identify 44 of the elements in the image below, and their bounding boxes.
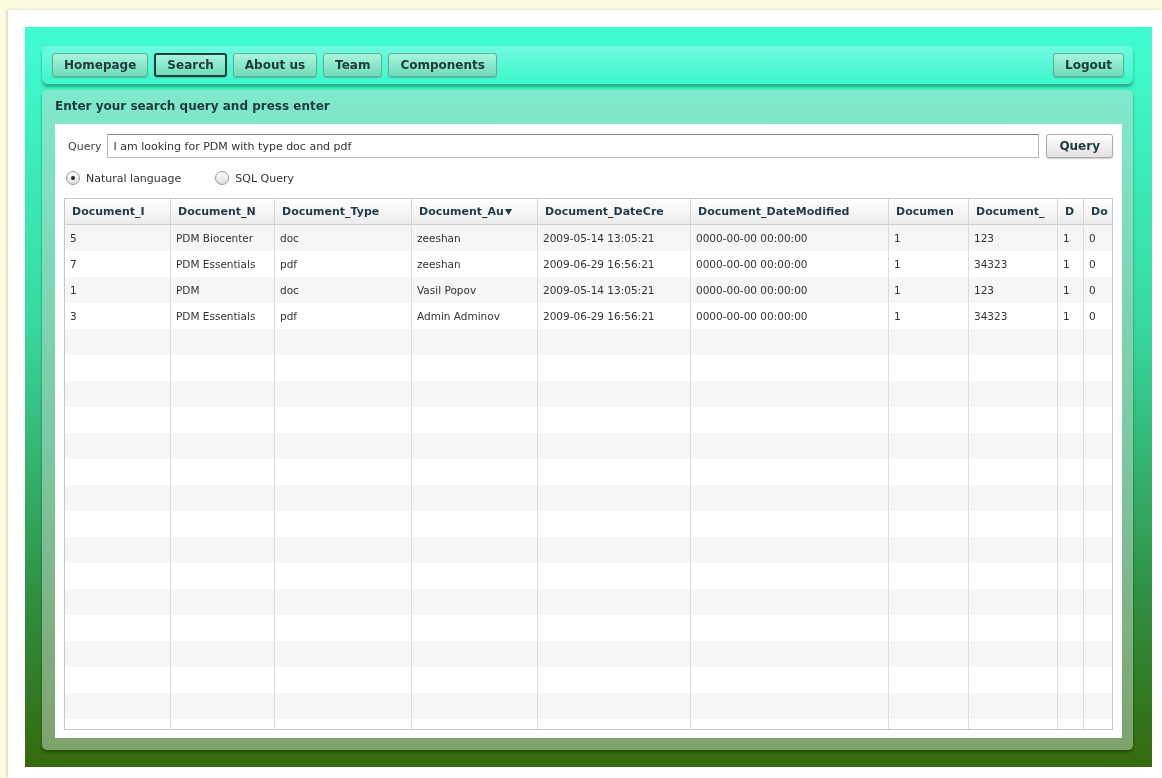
nav-tab[interactable]: About us <box>232 53 318 77</box>
table-cell: zeeshan <box>412 225 538 251</box>
logout-button[interactable]: Logout <box>1053 53 1124 77</box>
radio-label[interactable]: SQL Query <box>235 171 294 185</box>
column-header[interactable]: Document_DateCre <box>538 199 691 225</box>
query-label: Query <box>67 139 102 153</box>
panel-title: Enter your search query and press enter <box>55 98 331 115</box>
table-cell: Vasil Popov <box>412 277 538 303</box>
table-cell: PDM Biocenter <box>171 225 275 251</box>
table-cell: 2009-05-14 13:05:21 <box>538 277 691 303</box>
table-cell: 0000-00-00 00:00:00 <box>691 277 889 303</box>
table-cell: 1 <box>1058 277 1084 303</box>
table-cell: 2009-05-14 13:05:21 <box>538 225 691 251</box>
radio-button[interactable] <box>66 171 80 185</box>
column-header[interactable]: Document_Au <box>412 199 538 225</box>
table-cell: 1 <box>65 277 171 303</box>
table-cell: 0 <box>1084 277 1112 303</box>
column-header[interactable]: Document_I <box>65 199 171 225</box>
column-header[interactable]: Document_Type <box>275 199 412 225</box>
column-header[interactable]: Documen <box>889 199 969 225</box>
nav-tab[interactable]: Search <box>154 53 227 77</box>
column-header[interactable]: Document_N <box>171 199 275 225</box>
nav-tab[interactable]: Homepage <box>52 53 149 77</box>
table-cell: 1 <box>1058 225 1084 251</box>
table-cell: doc <box>275 277 412 303</box>
table-cell: PDM <box>171 277 275 303</box>
table-cell: 123 <box>969 225 1058 251</box>
table-cell: doc <box>275 225 412 251</box>
radio-label[interactable]: Natural language <box>86 171 182 185</box>
column-header[interactable]: Document_ <box>969 199 1058 225</box>
column-header[interactable]: Document_DateModified <box>691 199 889 225</box>
table-cell: 1 <box>889 277 969 303</box>
table-cell: 0000-00-00 00:00:00 <box>691 225 889 251</box>
table-cell: 123 <box>969 277 1058 303</box>
table-cell: 1 <box>889 225 969 251</box>
table-cell: 5 <box>65 225 171 251</box>
nav-tab[interactable]: Team <box>323 53 383 77</box>
sort-icon <box>504 208 512 215</box>
query-button[interactable]: Query <box>1046 134 1113 158</box>
radio-button[interactable] <box>215 171 230 185</box>
table-cell: 0 <box>1084 225 1112 251</box>
nav-tab[interactable]: Components <box>388 53 497 77</box>
query-field[interactable]: I am looking for PDM with type doc and pdf <box>107 134 1040 158</box>
column-header[interactable]: D <box>1058 199 1084 225</box>
